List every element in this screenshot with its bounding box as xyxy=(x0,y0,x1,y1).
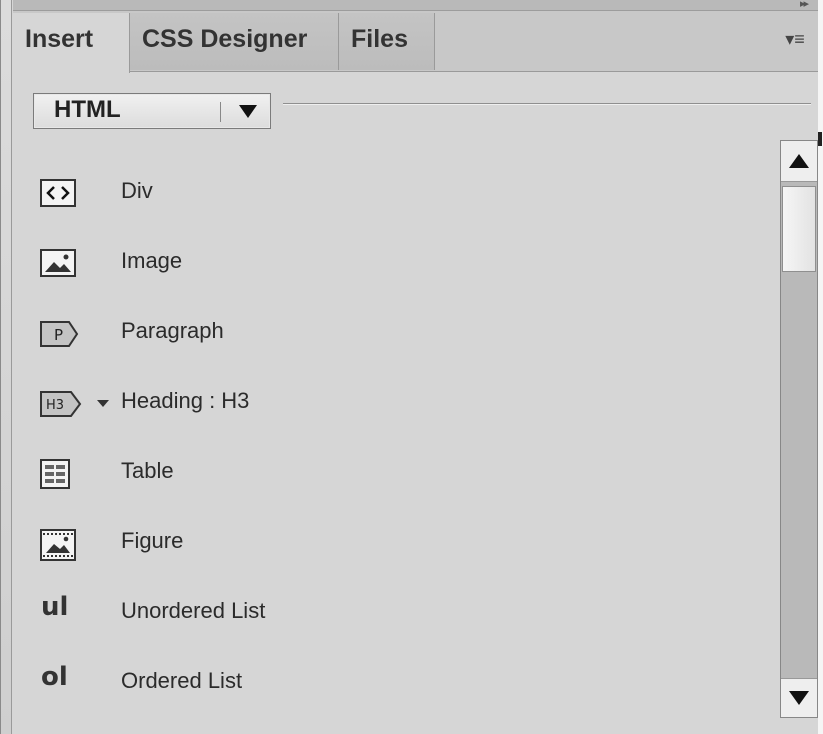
list-item-image[interactable]: Image xyxy=(13,230,773,296)
tab-css-designer[interactable]: CSS Designer xyxy=(130,13,339,70)
table-icon xyxy=(40,459,70,489)
adjacent-window-edge xyxy=(818,0,823,734)
paragraph-tag-text: P xyxy=(54,326,63,344)
unordered-list-icon: ul xyxy=(41,592,69,622)
panel-options-menu-icon[interactable]: ▾≡ xyxy=(781,29,809,49)
ordered-list-icon: ol xyxy=(41,662,68,692)
select-divider xyxy=(220,102,221,122)
category-select[interactable]: HTML xyxy=(33,93,271,129)
insert-panel: ▸▸ Insert CSS Designer Files ▾≡ HTML Div xyxy=(0,0,823,734)
list-item-table[interactable]: Table xyxy=(13,440,773,506)
item-label: Figure xyxy=(121,528,184,553)
chevron-down-icon[interactable] xyxy=(239,105,257,118)
item-label: Unordered List xyxy=(121,598,266,623)
heading-h3-tag-icon: H3 xyxy=(40,391,82,417)
arrow-up-icon xyxy=(789,154,809,168)
divider-line-highlight xyxy=(283,104,811,105)
item-label: Paragraph xyxy=(121,318,224,343)
item-label: Table xyxy=(121,458,174,483)
item-label: Heading : H3 xyxy=(121,388,250,413)
scroll-down-button[interactable] xyxy=(781,678,817,717)
panel-left-gripper[interactable] xyxy=(1,0,12,734)
scroll-up-button[interactable] xyxy=(781,141,817,182)
tab-insert[interactable]: Insert xyxy=(13,13,130,73)
item-label: Image xyxy=(121,248,183,273)
collapse-panel-icon[interactable]: ▸▸ xyxy=(800,0,809,10)
list-item-paragraph[interactable]: P Paragraph xyxy=(13,300,773,366)
list-item-figure[interactable]: Figure xyxy=(13,510,773,576)
heading-tag-text: H3 xyxy=(46,398,64,413)
heading-level-dropdown-icon[interactable] xyxy=(97,400,109,407)
item-label: Div xyxy=(121,178,153,203)
item-label: Ordered List xyxy=(121,668,243,693)
scrollbar-thumb[interactable] xyxy=(782,186,816,272)
vertical-scrollbar[interactable] xyxy=(780,140,818,718)
panel-title-bar[interactable]: ▸▸ xyxy=(13,0,821,11)
category-select-value: HTML xyxy=(54,96,121,123)
panel-tab-strip: Insert CSS Designer Files ▾≡ xyxy=(13,11,821,73)
figure-icon xyxy=(40,529,76,561)
div-tag-icon xyxy=(40,179,76,207)
list-item-heading[interactable]: H3 Heading : H3 xyxy=(13,370,773,436)
arrow-down-icon xyxy=(789,691,809,705)
list-item-div[interactable]: Div xyxy=(13,160,773,226)
tab-files[interactable]: Files xyxy=(339,13,435,70)
edge-marker xyxy=(818,132,822,146)
image-icon xyxy=(40,249,76,277)
paragraph-tag-icon: P xyxy=(40,321,79,347)
list-item-unordered-list[interactable]: ul Unordered List xyxy=(13,580,773,646)
list-item-ordered-list[interactable]: ol Ordered List xyxy=(13,650,773,716)
